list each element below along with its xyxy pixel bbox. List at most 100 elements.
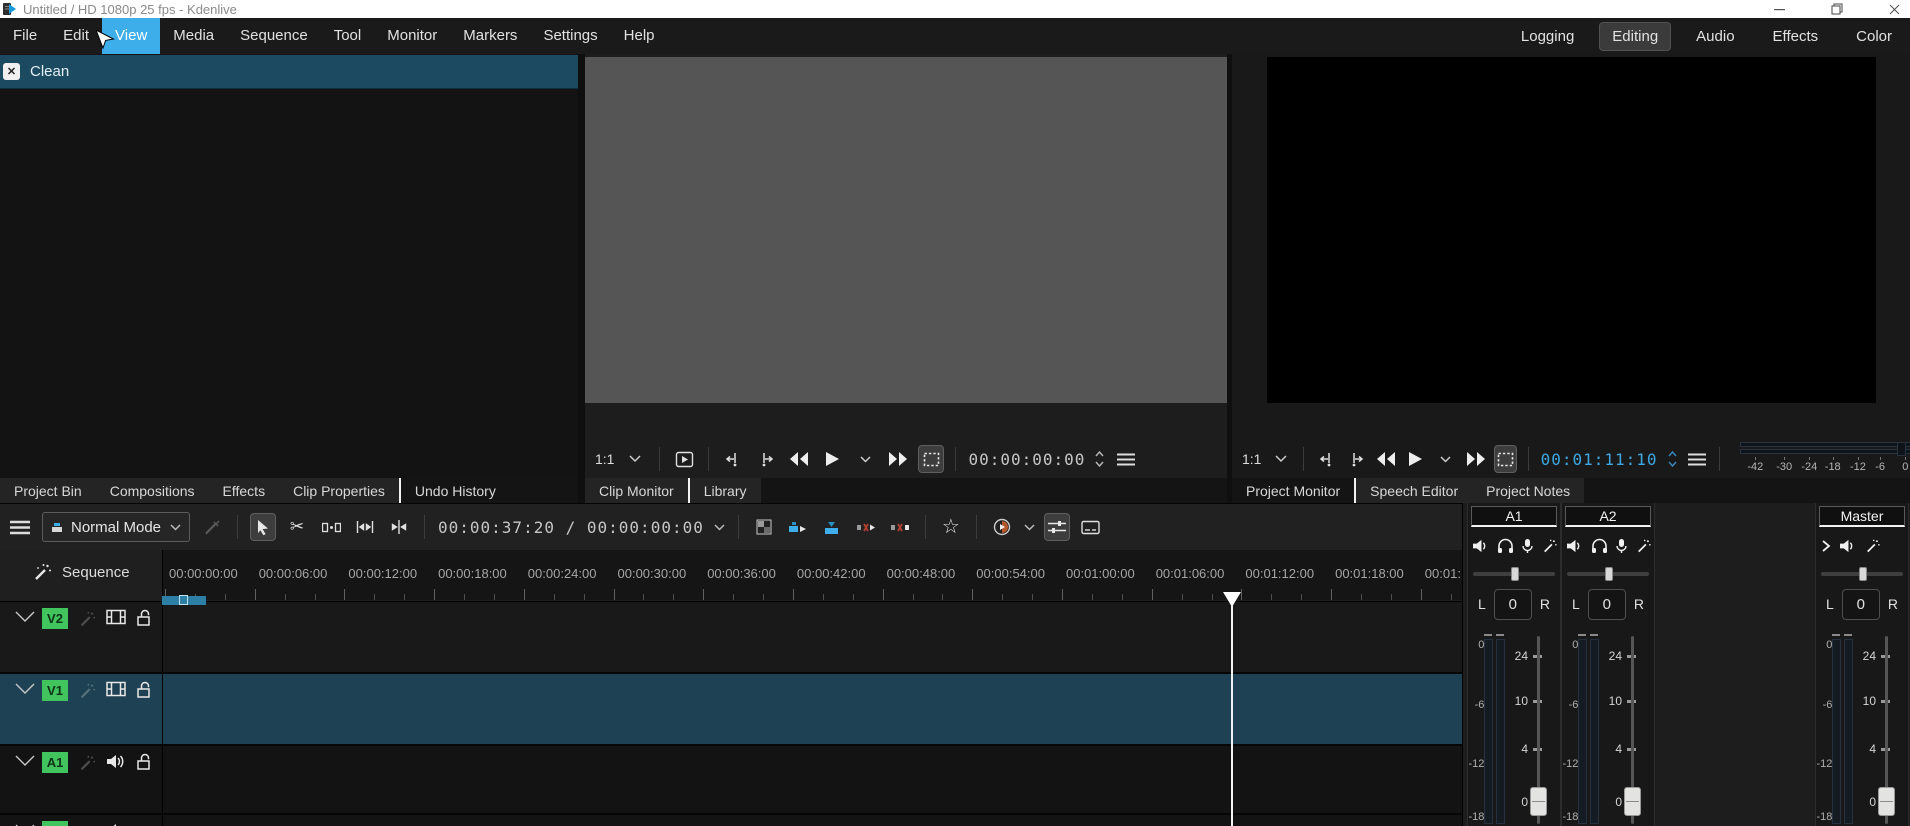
- volume-fader[interactable]: [1878, 787, 1895, 816]
- tab-speech-editor[interactable]: Speech Editor: [1356, 478, 1472, 503]
- insert-zone-icon[interactable]: [786, 514, 810, 540]
- tab-project-monitor[interactable]: Project Monitor: [1232, 478, 1354, 503]
- effects-button[interactable]: [1541, 538, 1558, 554]
- minimize-button[interactable]: [1774, 4, 1785, 15]
- chevron-down-icon[interactable]: [1270, 446, 1291, 472]
- chevron-down-icon[interactable]: [623, 446, 647, 472]
- record-button[interactable]: [1521, 538, 1534, 554]
- timeline-ruler[interactable]: 00:00:00:00 00:00:06:00 00:00:12:00 00:00:1…: [162, 550, 1463, 600]
- rewind-icon[interactable]: [1376, 446, 1397, 472]
- track-header-v2[interactable]: V2: [0, 602, 163, 672]
- tab-project-bin[interactable]: Project Bin: [0, 478, 96, 503]
- workspace-audio[interactable]: Audio: [1684, 23, 1746, 50]
- volume-value[interactable]: 0: [1587, 588, 1626, 620]
- zone-mode-button[interactable]: [1494, 446, 1516, 472]
- menu-sequence[interactable]: Sequence: [227, 18, 321, 54]
- track-label[interactable]: A2: [42, 821, 68, 826]
- slip-tool-button[interactable]: [353, 514, 377, 540]
- track-header-v1[interactable]: V1: [0, 674, 163, 744]
- menu-media[interactable]: Media: [160, 18, 227, 54]
- chevron-down-icon[interactable]: [714, 523, 725, 531]
- rewind-icon[interactable]: [787, 446, 811, 472]
- zone-in-icon[interactable]: [1316, 446, 1337, 472]
- track-effects-icon[interactable]: [78, 610, 96, 628]
- mute-track-icon[interactable]: [106, 753, 125, 770]
- mute-button[interactable]: [1839, 538, 1857, 554]
- track-area-v2[interactable]: [163, 602, 1462, 672]
- menu-markers[interactable]: Markers: [450, 18, 530, 54]
- project-monitor-timecode[interactable]: 00:01:11:10: [1541, 450, 1658, 469]
- mute-track-icon[interactable]: [106, 822, 125, 826]
- play-icon[interactable]: [1406, 446, 1427, 472]
- track-header-a2[interactable]: A2: [0, 815, 163, 826]
- menu-file[interactable]: File: [0, 18, 50, 54]
- razor-tool-button[interactable]: ✂: [285, 514, 309, 540]
- mute-button[interactable]: [1566, 538, 1584, 554]
- clip-monitor-video[interactable]: [585, 57, 1227, 403]
- hide-video-icon[interactable]: [106, 609, 126, 625]
- restore-button[interactable]: [1831, 3, 1843, 15]
- timeline-edit-disabled-icon[interactable]: [200, 514, 224, 540]
- hamburger-menu-icon[interactable]: [1687, 446, 1708, 472]
- project-monitor-video[interactable]: [1267, 57, 1876, 403]
- volume-fader[interactable]: [1530, 787, 1547, 816]
- track-area-v1[interactable]: [163, 674, 1462, 744]
- ripple-tool-button[interactable]: [387, 514, 411, 540]
- hamburger-menu-icon[interactable]: [1114, 446, 1138, 472]
- monitor-overlay-icon[interactable]: [672, 446, 696, 472]
- track-label[interactable]: A1: [42, 752, 68, 773]
- track-area-a2[interactable]: [163, 815, 1462, 826]
- tab-clip-monitor[interactable]: Clip Monitor: [585, 478, 688, 503]
- track-label[interactable]: V2: [42, 608, 68, 629]
- close-button[interactable]: [1889, 4, 1900, 15]
- forward-icon[interactable]: [1465, 446, 1486, 472]
- tab-project-notes[interactable]: Project Notes: [1472, 478, 1584, 503]
- volume-value[interactable]: 0: [1493, 588, 1532, 620]
- spacer-tool-button[interactable]: [319, 514, 343, 540]
- track-label[interactable]: V1: [42, 680, 68, 701]
- menu-help[interactable]: Help: [611, 18, 668, 54]
- timecode-spinner[interactable]: [1094, 450, 1105, 468]
- hide-video-icon[interactable]: [106, 681, 126, 697]
- volume-value[interactable]: 0: [1841, 588, 1880, 620]
- chevron-down-icon[interactable]: [853, 446, 877, 472]
- edit-mode-select[interactable]: Normal Mode: [42, 512, 190, 542]
- timeline-position-timecode[interactable]: 00:00:37:20 / 00:00:00:00: [438, 518, 704, 537]
- lock-icon[interactable]: [136, 681, 152, 698]
- balance-slider[interactable]: [1473, 567, 1555, 581]
- mixer-strip-title[interactable]: A1: [1471, 506, 1557, 527]
- subtitle-toggle-button[interactable]: [1079, 514, 1103, 540]
- tab-compositions[interactable]: Compositions: [96, 478, 209, 503]
- mixed-audio-video-icon[interactable]: [752, 514, 776, 540]
- sequence-label[interactable]: Sequence: [62, 564, 130, 581]
- chevron-down-icon[interactable]: [14, 610, 36, 624]
- lock-icon[interactable]: [136, 753, 152, 770]
- zone-out-icon[interactable]: [754, 446, 778, 472]
- zone-in-icon[interactable]: [721, 446, 745, 472]
- close-icon[interactable]: ✕: [3, 63, 20, 80]
- menu-monitor[interactable]: Monitor: [374, 18, 450, 54]
- balance-slider[interactable]: [1821, 567, 1903, 581]
- timeline-zone-handle[interactable]: [179, 595, 188, 605]
- track-effects-icon[interactable]: [78, 682, 96, 700]
- chevron-down-icon[interactable]: [14, 754, 36, 768]
- effects-button[interactable]: [1635, 538, 1652, 554]
- mixer-strip-title[interactable]: Master: [1819, 506, 1905, 527]
- solo-button[interactable]: [1591, 538, 1608, 554]
- workspace-logging[interactable]: Logging: [1509, 23, 1586, 50]
- chevron-down-icon[interactable]: [1024, 523, 1035, 531]
- timecode-spinner[interactable]: [1667, 450, 1678, 468]
- tab-library[interactable]: Library: [690, 478, 761, 503]
- tab-effects[interactable]: Effects: [209, 478, 280, 503]
- panel-separator[interactable]: [578, 54, 585, 503]
- workspace-effects[interactable]: Effects: [1761, 23, 1831, 50]
- tab-undo-history[interactable]: Undo History: [401, 478, 510, 503]
- balance-slider[interactable]: [1567, 567, 1649, 581]
- preview-render-icon[interactable]: [990, 514, 1014, 540]
- solo-button[interactable]: [1497, 538, 1514, 554]
- chevron-down-icon[interactable]: [1435, 446, 1456, 472]
- tab-clip-properties[interactable]: Clip Properties: [279, 478, 399, 503]
- clip-monitor-timecode[interactable]: 00:00:00:00: [968, 450, 1085, 469]
- effects-button[interactable]: [1864, 538, 1881, 554]
- chevron-down-icon[interactable]: [14, 682, 36, 696]
